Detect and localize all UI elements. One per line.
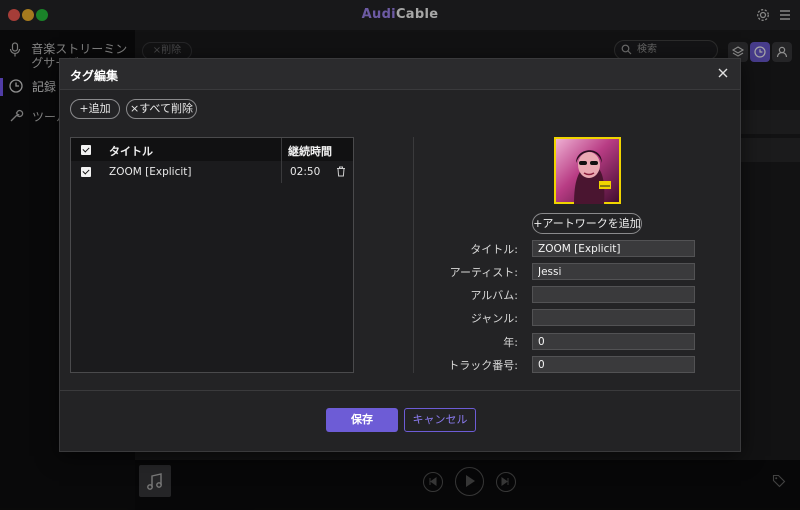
delete-all-button[interactable]: ×すべて削除 xyxy=(126,99,197,119)
track-duration: 02:50 xyxy=(290,166,321,178)
artist-field-label: アーティスト: xyxy=(449,266,518,279)
track-table: タイトル 継続時間 ZOOM [Explicit] 02:50 xyxy=(70,137,354,373)
dialog-header: タグ編集 xyxy=(60,59,740,90)
add-button[interactable]: +追加 xyxy=(70,99,120,119)
track-number-field-label: トラック番号: xyxy=(448,359,518,372)
album-field[interactable] xyxy=(532,286,695,303)
footer-divider xyxy=(60,390,740,391)
column-divider xyxy=(281,161,282,183)
album-artwork xyxy=(554,137,621,204)
table-header: タイトル 継続時間 xyxy=(71,138,353,161)
table-row[interactable]: ZOOM [Explicit] 02:50 xyxy=(71,161,353,183)
panel-divider xyxy=(413,137,414,373)
close-icon[interactable] xyxy=(716,66,730,80)
album-field-label: アルバム: xyxy=(470,289,518,302)
genre-field-label: ジャンル: xyxy=(470,312,518,325)
title-field-label: タイトル: xyxy=(470,243,518,256)
tag-edit-dialog: タグ編集 +追加 ×すべて削除 タイトル 継続時間 ZOOM [Explicit… xyxy=(59,58,741,452)
column-divider xyxy=(281,138,282,161)
row-checkbox[interactable] xyxy=(81,167,91,177)
year-field[interactable] xyxy=(532,333,695,350)
track-title: ZOOM [Explicit] xyxy=(109,166,192,178)
dialog-title: タグ編集 xyxy=(70,69,119,83)
app-window: AudiCable 音楽ストリーミングサービス 記録 ツール xyxy=(0,0,800,510)
add-artwork-button[interactable]: +アートワークを追加 xyxy=(532,213,642,234)
save-button[interactable]: 保存 xyxy=(326,408,398,432)
track-number-field[interactable] xyxy=(532,356,695,373)
year-field-label: 年: xyxy=(503,336,518,349)
title-field[interactable] xyxy=(532,240,695,257)
artist-field[interactable] xyxy=(532,263,695,280)
trash-icon[interactable] xyxy=(336,166,346,180)
column-header-title: タイトル xyxy=(109,145,153,158)
select-all-checkbox[interactable] xyxy=(81,145,91,155)
cancel-button[interactable]: キャンセル xyxy=(404,408,476,432)
column-header-duration: 継続時間 xyxy=(288,145,332,158)
genre-field[interactable] xyxy=(532,309,695,326)
